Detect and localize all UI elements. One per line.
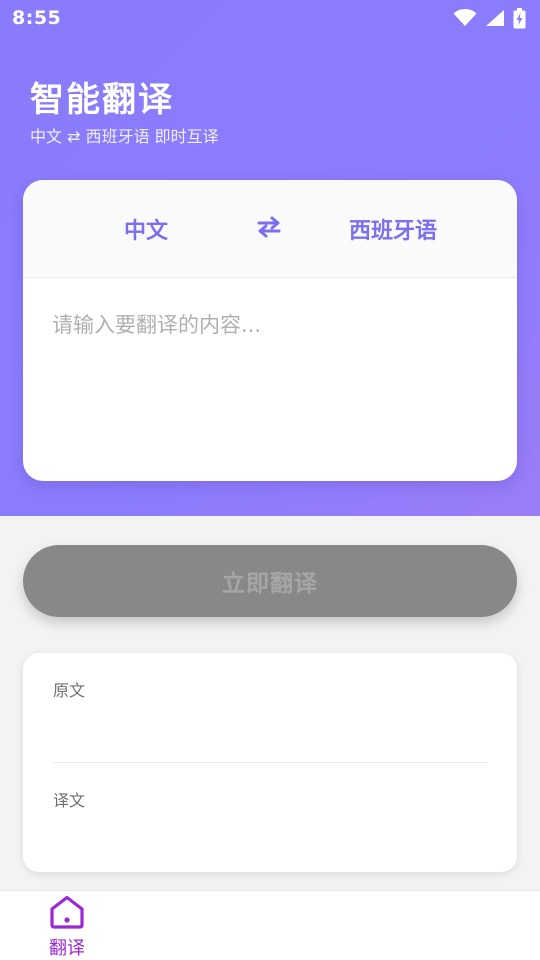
source-language-button[interactable]: 中文 <box>66 180 226 278</box>
source-text-input[interactable] <box>23 279 517 481</box>
nav-item-translate[interactable]: 翻译 <box>38 895 96 959</box>
swap-languages-button[interactable] <box>249 209 289 249</box>
home-icon <box>48 895 86 933</box>
wifi-icon <box>453 9 477 27</box>
app-title: 智能翻译 <box>30 80 174 120</box>
cellular-signal-icon <box>485 9 505 27</box>
result-divider <box>53 762 488 763</box>
original-text-label: 原文 <box>53 681 86 700</box>
result-card: 原文 译文 <box>23 653 517 872</box>
target-language-button[interactable]: 西班牙语 <box>313 180 473 278</box>
status-icons <box>453 7 526 29</box>
swap-arrows-icon <box>255 216 283 242</box>
bottom-navigation: 翻译 <box>0 890 540 960</box>
language-selector-bar: 中文 西班牙语 <box>23 180 517 278</box>
battery-charging-icon <box>513 7 526 29</box>
status-bar: 8:55 <box>0 0 540 36</box>
translate-now-button[interactable]: 立即翻译 <box>23 545 517 617</box>
translate-card: 中文 西班牙语 <box>23 180 517 481</box>
app-subtitle: 中文 ⇄ 西班牙语 即时互译 <box>30 127 219 146</box>
nav-item-label: 翻译 <box>49 938 85 959</box>
status-time: 8:55 <box>12 7 62 29</box>
translated-text-label: 译文 <box>53 791 86 810</box>
